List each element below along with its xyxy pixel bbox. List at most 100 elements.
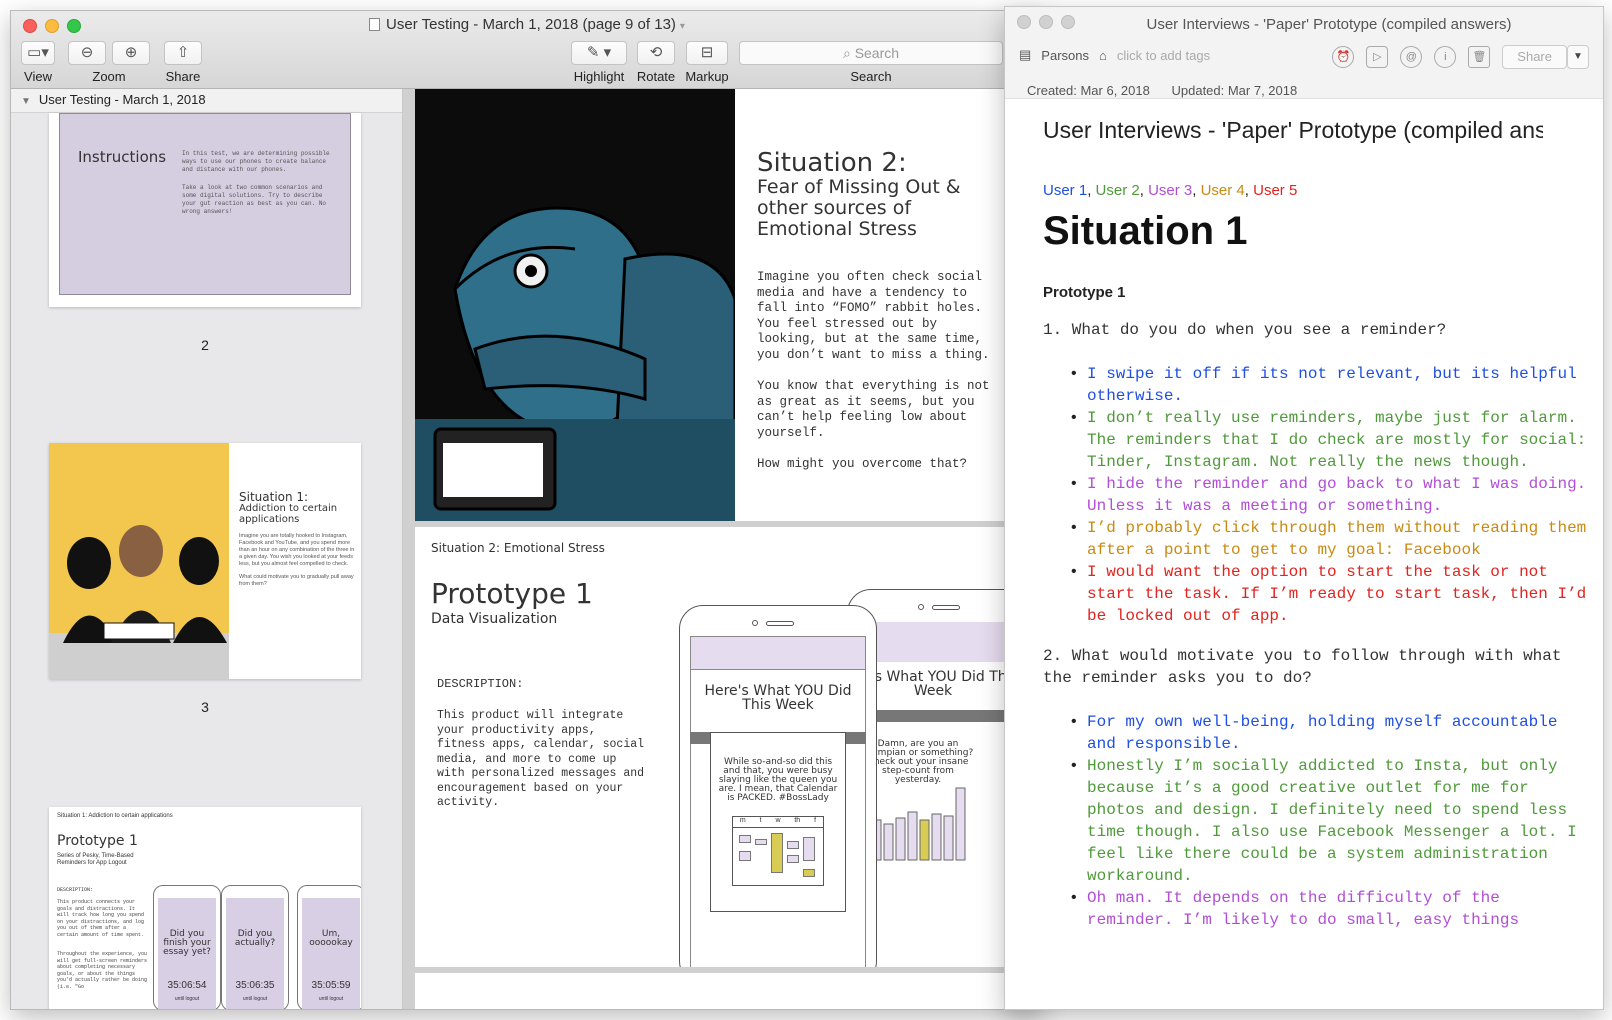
thumbnail-title: Instructions bbox=[78, 148, 167, 166]
markup-button[interactable]: ⊟ bbox=[686, 41, 728, 65]
zoom-in-icon: ⊕ bbox=[124, 44, 138, 61]
thumbnail-header: Situation 1: Addiction to certain applic… bbox=[57, 813, 173, 819]
question-2: 2. What would motivate you to follow thr… bbox=[1043, 647, 1562, 687]
chevron-down-icon: ▼ bbox=[1573, 51, 1583, 62]
updated-date: Updated: Mar 7, 2018 bbox=[1171, 83, 1298, 98]
sidebar-icon: ▭▾ bbox=[27, 44, 49, 61]
rotate-icon: ⟲ bbox=[649, 44, 663, 61]
thumbnail-text: What could motivate you to gradually pul… bbox=[239, 574, 354, 587]
user-legend-item: User 1 bbox=[1043, 182, 1088, 199]
reminder-icon[interactable]: ⏰ bbox=[1332, 46, 1355, 68]
thumbnail-page-bg: Instructions In this test, we are determ… bbox=[59, 113, 351, 295]
note-dates: Created: Mar 6, 2018 Updated: Mar 7, 201… bbox=[1027, 83, 1315, 98]
thumbnail-subtitle: Series of Pesky, Time-Based Reminders fo… bbox=[57, 853, 134, 866]
zoom-out-icon: ⊖ bbox=[80, 44, 94, 61]
situation-2-text: Situation 2: Fear of Missing Out & other… bbox=[757, 149, 997, 473]
answers-list-2: For my own well-being, holding myself ac… bbox=[1043, 711, 1591, 931]
thumbnail-text: Throughout the experience, you will get … bbox=[57, 951, 148, 990]
page-number-label: 2 bbox=[201, 337, 209, 353]
thumbnail-text: Take a look at two common scenarios and … bbox=[182, 184, 327, 215]
page-paragraph: This product will integrate your product… bbox=[437, 709, 645, 809]
tag-bar: ▤ Parsons ⌂ click to add tags bbox=[1019, 47, 1210, 63]
fomo-illustration bbox=[415, 89, 735, 521]
pdf-page-next bbox=[415, 973, 1005, 1009]
page-subheading: Data Visualization bbox=[431, 611, 558, 627]
pdf-page-prototype-1: Situation 2: Emotional Stress Prototype … bbox=[415, 527, 1005, 967]
weekly-calendar-grid: m t w th f bbox=[732, 816, 824, 886]
preview-window: User Testing - March 1, 2018 (page 9 of … bbox=[10, 10, 1044, 1010]
page-thumbnail-3[interactable]: Situation 1: Addiction to certain applic… bbox=[49, 443, 361, 679]
notebook-tag[interactable]: Parsons bbox=[1041, 48, 1089, 63]
add-tag-field[interactable]: click to add tags bbox=[1117, 48, 1210, 63]
situation-heading: Situation 1 bbox=[1043, 209, 1248, 253]
search-group: ⌕ Search Search bbox=[739, 41, 1003, 84]
share-group: ⇧ Share bbox=[163, 41, 203, 84]
highlight-button[interactable]: ✎ ▾ bbox=[571, 41, 627, 65]
page-thumbnail-2[interactable]: Instructions In this test, we are determ… bbox=[49, 113, 361, 307]
mention-icon[interactable]: @ bbox=[1400, 46, 1423, 68]
user-legend-item: User 4 bbox=[1200, 182, 1245, 199]
thumbnail-title: Prototype 1 bbox=[57, 833, 138, 849]
search-input[interactable]: ⌕ Search bbox=[739, 41, 1003, 65]
page-heading: Situation 2: bbox=[757, 148, 907, 178]
share-button[interactable]: ⇧ bbox=[164, 41, 202, 65]
markup-group: ⊟ Markup bbox=[685, 41, 729, 84]
user-legend-item: User 2 bbox=[1095, 182, 1140, 199]
notebook-icon: ▤ bbox=[1019, 47, 1032, 62]
thumbnail-subtitle: Addiction to certain applications bbox=[239, 503, 338, 525]
sidebar-document-header[interactable]: ▼ User Testing - March 1, 2018 bbox=[11, 89, 402, 113]
highlighter-icon: ✎ ▾ bbox=[586, 44, 612, 61]
page-thumbnail-4[interactable]: Situation 1: Addiction to certain applic… bbox=[49, 807, 361, 1009]
page-subheading: Fear of Missing Out & other sources of E… bbox=[757, 176, 961, 240]
thumbnail-phone: Did you actually? 35:06:35 until logout bbox=[221, 885, 289, 1009]
highlight-group: ✎ ▾ Highlight bbox=[571, 41, 627, 84]
answer-item: I’d probably click through them without … bbox=[1071, 517, 1591, 561]
created-date: Created: Mar 6, 2018 bbox=[1027, 83, 1150, 98]
window-title: User Interviews - 'Paper' Prototype (com… bbox=[1146, 16, 1512, 33]
info-icon[interactable]: i bbox=[1434, 46, 1457, 68]
rotate-button[interactable]: ⟲ bbox=[637, 41, 675, 65]
answer-item: I hide the reminder and go back to what … bbox=[1071, 473, 1591, 517]
tag-icon: ⌂ bbox=[1099, 47, 1107, 63]
share-dropdown-button[interactable]: ▼ bbox=[1567, 45, 1589, 69]
addiction-illustration bbox=[49, 443, 229, 679]
page-paragraph: How might you overcome that? bbox=[757, 457, 968, 471]
answer-item: I swipe it off if its not relevant, but … bbox=[1071, 363, 1591, 407]
page-number-label: 3 bbox=[201, 699, 209, 715]
note-body[interactable]: User Interviews - 'Paper' Prototype (com… bbox=[1043, 117, 1591, 931]
thumbnail-text: DESCRIPTION: bbox=[57, 887, 94, 893]
toolbox-icon: ⊟ bbox=[700, 44, 714, 61]
disclosure-triangle-icon[interactable]: ▼ bbox=[21, 96, 31, 107]
page-heading: Prototype 1 bbox=[431, 577, 593, 610]
bear-note-window: User Interviews - 'Paper' Prototype (com… bbox=[1004, 6, 1604, 1010]
chevron-down-icon: ▾ bbox=[679, 21, 685, 32]
thumbnail-sidebar: ▼ User Testing - March 1, 2018 Instructio… bbox=[11, 89, 403, 1009]
page-header: Situation 2: Emotional Stress bbox=[431, 541, 605, 555]
page-paragraph: Imagine you often check social media and… bbox=[757, 270, 990, 362]
prototype-heading: Prototype 1 bbox=[1043, 284, 1126, 301]
answer-item: Honestly I’m socially addicted to Insta,… bbox=[1071, 755, 1591, 887]
rotate-group: ⟲ Rotate bbox=[635, 41, 677, 84]
zoom-out-button[interactable]: ⊖ bbox=[68, 41, 106, 65]
zoom-group: ⊖ ⊕ Zoom bbox=[67, 41, 151, 84]
trash-icon[interactable]: 🗑 bbox=[1468, 46, 1491, 68]
thumbnail-title: Situation 1: bbox=[239, 490, 309, 504]
user-legend-item: User 3 bbox=[1148, 182, 1193, 199]
share-icon: ⇧ bbox=[176, 44, 190, 61]
present-icon[interactable]: ▷ bbox=[1366, 46, 1389, 68]
thumbnail-phone: Did you finish your essay yet? 35:06:54 … bbox=[153, 885, 221, 1009]
thumbnail-text: In this test, we are determining possibl… bbox=[182, 150, 330, 173]
user-legend: User 1, User 2, User 3, User 4, User 5 bbox=[1043, 182, 1298, 199]
thumbnail-text: Imagine you are totally hooked to Instag… bbox=[239, 533, 355, 567]
zoom-in-button[interactable]: ⊕ bbox=[112, 41, 150, 65]
window-title[interactable]: User Testing - March 1, 2018 (page 9 of … bbox=[11, 16, 1043, 33]
answer-item: For my own well-being, holding myself ac… bbox=[1071, 711, 1591, 755]
search-icon: ⌕ bbox=[842, 45, 855, 61]
user-legend-item: User 5 bbox=[1253, 182, 1298, 199]
note-title[interactable]: User Interviews - 'Paper' Prototype (com… bbox=[1043, 117, 1543, 144]
note-actions: ⏰ ▷ @ i 🗑 Share ▼ bbox=[1332, 45, 1589, 69]
answer-item: Oh man. It depends on the difficulty of … bbox=[1071, 887, 1591, 931]
document-view[interactable]: Situation 2: Fear of Missing Out & other… bbox=[403, 89, 1043, 1009]
share-button[interactable]: Share bbox=[1502, 45, 1567, 69]
view-button[interactable]: ▭▾ bbox=[21, 41, 55, 65]
